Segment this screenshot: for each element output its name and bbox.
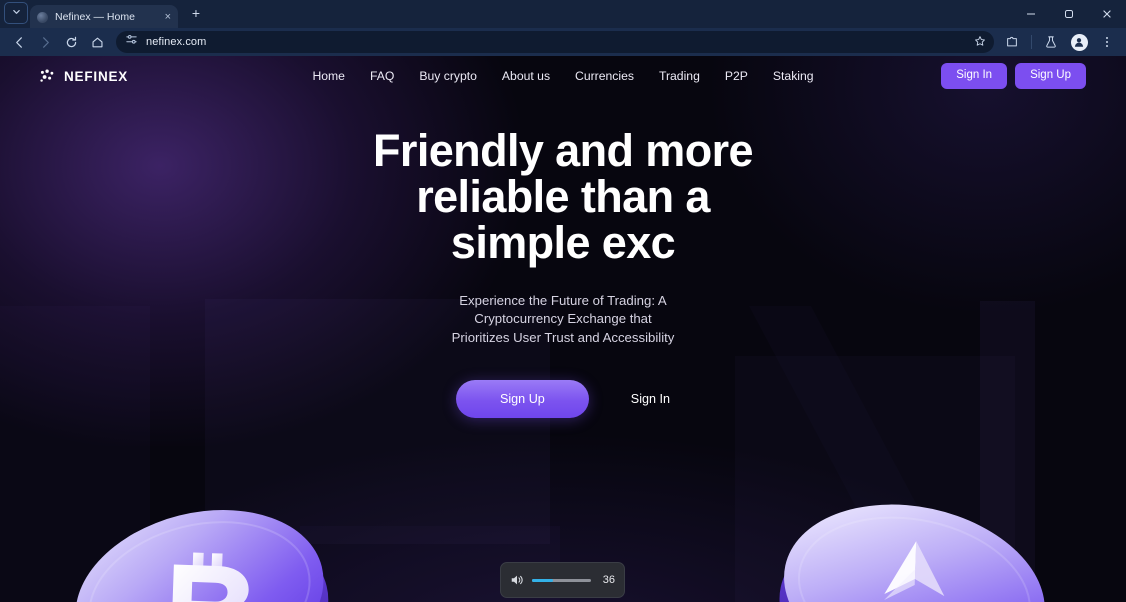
volume-value: 36 (602, 574, 615, 586)
tab-search-button[interactable] (4, 1, 28, 24)
url-text: nefinex.com (146, 36, 207, 48)
reload-button[interactable] (58, 30, 84, 54)
volume-slider[interactable] (532, 578, 591, 582)
chevron-down-icon (12, 7, 21, 18)
labs-button[interactable] (1038, 30, 1064, 54)
speaker-icon (510, 573, 524, 587)
kebab-menu-icon (1098, 37, 1116, 47)
nav-item-trading[interactable]: Trading (659, 69, 700, 83)
home-button[interactable] (84, 30, 110, 54)
window-controls (1012, 0, 1126, 28)
extensions-button[interactable] (999, 30, 1025, 54)
back-button[interactable] (6, 30, 32, 54)
nav-item-p2p[interactable]: P2P (725, 69, 748, 83)
hero-cta-row: Sign Up Sign In (0, 379, 1126, 419)
tab-strip: Nefinex — Home × + (0, 0, 1126, 30)
globe-icon (37, 11, 48, 23)
bitcoin-coin-icon (66, 479, 334, 602)
address-bar[interactable]: nefinex.com (116, 31, 994, 53)
nav-item-home[interactable]: Home (312, 69, 345, 83)
ethereum-coin-icon (764, 475, 1064, 602)
main-nav: Home FAQ Buy crypto About us Currencies … (312, 69, 813, 83)
nav-item-about-us[interactable]: About us (502, 69, 550, 83)
volume-osd: 36 (500, 562, 625, 598)
nav-item-staking[interactable]: Staking (773, 69, 814, 83)
nav-item-currencies[interactable]: Currencies (575, 69, 634, 83)
nav-item-faq[interactable]: FAQ (370, 69, 394, 83)
hero-section: Friendly and more reliable than a simple… (0, 96, 1126, 419)
hero-sign-in-link[interactable]: Sign In (631, 392, 670, 406)
dot-cluster-icon (40, 69, 56, 83)
close-button[interactable] (1088, 0, 1126, 28)
hero-sign-up-button[interactable]: Sign Up (455, 379, 589, 419)
hero-headline: Friendly and more reliable than a simple… (373, 125, 753, 268)
minimize-button[interactable] (1012, 0, 1050, 28)
star-icon[interactable] (974, 35, 986, 50)
browser-window: Nefinex — Home × + nefinex.com NEFINEX H… (0, 0, 1126, 602)
new-tab-button[interactable]: + (185, 2, 207, 24)
browser-menu-button[interactable] (1094, 30, 1120, 54)
forward-button[interactable] (32, 30, 58, 54)
toolbar-divider (1031, 35, 1032, 49)
browser-tab[interactable]: Nefinex — Home × (30, 4, 178, 30)
logo-text: NEFINEX (64, 68, 129, 84)
header-sign-up-button[interactable]: Sign Up (1015, 63, 1086, 89)
web-page: NEFINEX Home FAQ Buy crypto About us Cur… (0, 56, 1126, 602)
tune-icon[interactable] (125, 33, 138, 51)
header-actions: Sign In Sign Up (941, 63, 1086, 89)
site-header: NEFINEX Home FAQ Buy crypto About us Cur… (0, 56, 1126, 96)
site-logo[interactable]: NEFINEX (40, 69, 128, 84)
volume-slider-fill (532, 578, 554, 582)
header-sign-in-button[interactable]: Sign In (941, 63, 1008, 89)
browser-toolbar: nefinex.com (0, 28, 1126, 56)
hero-subtext: Experience the Future of Trading: A Cryp… (451, 292, 675, 346)
account-icon (1070, 33, 1088, 51)
tab-title: Nefinex — Home (55, 11, 135, 23)
toolbar-actions (999, 30, 1120, 54)
maximize-button[interactable] (1050, 0, 1088, 28)
close-icon[interactable]: × (165, 11, 171, 23)
profile-button[interactable] (1066, 30, 1092, 54)
nav-item-buy-crypto[interactable]: Buy crypto (419, 69, 477, 83)
